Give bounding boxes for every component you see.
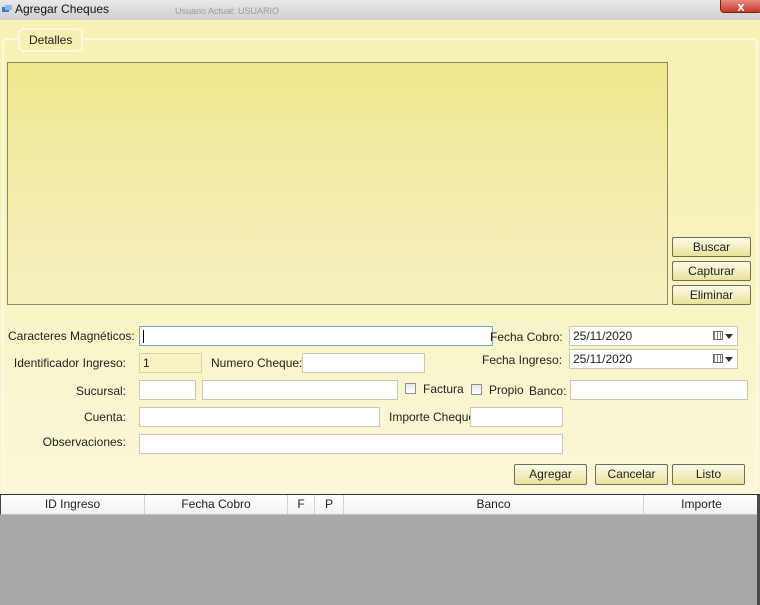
observaciones-label: Observaciones: bbox=[42, 435, 126, 449]
agregar-button[interactable]: Agregar bbox=[514, 464, 587, 485]
details-group-legend: Detalles bbox=[18, 28, 84, 52]
column-header-p[interactable]: P bbox=[315, 495, 344, 514]
propio-checkbox[interactable] bbox=[471, 384, 482, 395]
calendar-icon[interactable] bbox=[713, 354, 723, 363]
column-header-id-ingreso[interactable]: ID Ingreso bbox=[1, 495, 145, 514]
fecha-cobro-datepicker[interactable]: 25/11/2020 bbox=[569, 326, 738, 346]
numero-cheque-input[interactable] bbox=[302, 353, 425, 373]
observaciones-input[interactable] bbox=[139, 434, 563, 454]
chevron-down-icon[interactable] bbox=[725, 334, 733, 339]
capturar-button[interactable]: Capturar bbox=[672, 261, 751, 281]
fecha-cobro-label: Fecha Cobro: bbox=[490, 330, 563, 344]
sucursal-label: Sucursal: bbox=[75, 384, 126, 398]
sucursal-name-input[interactable] bbox=[202, 380, 398, 400]
sucursal-code-input[interactable] bbox=[139, 380, 196, 400]
column-header-banco[interactable]: Banco bbox=[344, 495, 644, 514]
column-header-fecha-cobro[interactable]: Fecha Cobro bbox=[145, 495, 288, 514]
identificador-ingreso-label: Identificador Ingreso: bbox=[13, 356, 126, 370]
eliminar-button[interactable]: Eliminar bbox=[672, 285, 751, 305]
cancelar-button[interactable]: Cancelar bbox=[595, 464, 668, 485]
cuenta-input[interactable] bbox=[139, 407, 380, 427]
fecha-ingreso-label: Fecha Ingreso: bbox=[482, 353, 563, 367]
fecha-ingreso-datepicker[interactable]: 25/11/2020 bbox=[569, 349, 738, 369]
fecha-cobro-value: 25/11/2020 bbox=[573, 329, 633, 343]
identificador-ingreso-value: 1 bbox=[143, 356, 150, 370]
app-icon bbox=[2, 5, 12, 12]
buscar-button[interactable]: Buscar bbox=[672, 237, 751, 257]
importe-cheque-input[interactable] bbox=[470, 407, 563, 427]
close-button[interactable]: x bbox=[720, 0, 760, 13]
caracteres-label: Caracteres Magnéticos: bbox=[8, 329, 135, 343]
title-bar: Agregar Cheques Usuario Actual: USUARIO … bbox=[0, 0, 760, 20]
identificador-ingreso-field: 1 bbox=[139, 353, 202, 373]
cuenta-label: Cuenta: bbox=[83, 410, 126, 424]
factura-checkbox[interactable] bbox=[405, 383, 416, 394]
banco-input[interactable] bbox=[570, 380, 748, 400]
fecha-ingreso-value: 25/11/2020 bbox=[573, 352, 633, 366]
listo-button[interactable]: Listo bbox=[672, 464, 745, 485]
cheques-grid[interactable]: ID Ingreso Fecha Cobro F P Banco Importe bbox=[0, 494, 760, 605]
details-panel bbox=[7, 62, 668, 305]
grid-header: ID Ingreso Fecha Cobro F P Banco Importe bbox=[0, 495, 759, 515]
banco-label: Banco: bbox=[529, 384, 567, 398]
importe-cheque-label: Importe Cheque: bbox=[389, 410, 479, 424]
propio-label: Propio bbox=[489, 383, 524, 397]
chevron-down-icon[interactable] bbox=[725, 357, 733, 362]
text-caret bbox=[143, 330, 144, 343]
calendar-icon[interactable] bbox=[713, 331, 723, 340]
column-header-f[interactable]: F bbox=[288, 495, 315, 514]
caracteres-magneticos-input[interactable] bbox=[139, 326, 493, 346]
close-icon: x bbox=[737, 0, 745, 13]
numero-cheque-label: Numero Cheque: bbox=[211, 356, 303, 370]
factura-label: Factura bbox=[423, 382, 464, 396]
column-header-importe[interactable]: Importe bbox=[644, 495, 759, 514]
window-title: Agregar Cheques bbox=[15, 2, 110, 16]
background-window-title: Usuario Actual: USUARIO bbox=[175, 6, 280, 16]
